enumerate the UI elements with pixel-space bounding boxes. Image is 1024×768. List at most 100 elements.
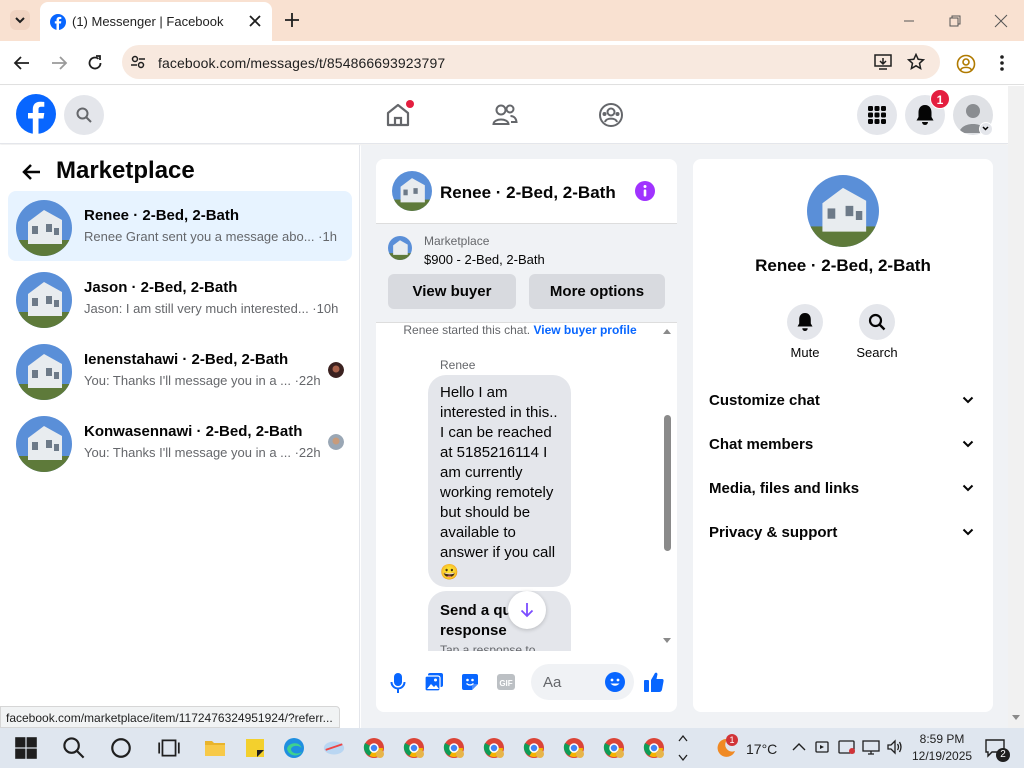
url-text: facebook.com/messages/t/854866693923797: [158, 55, 446, 71]
browser-tab[interactable]: (1) Messenger | Facebook: [40, 2, 272, 41]
arrow-down-icon: [520, 603, 534, 618]
restore-icon[interactable]: [948, 14, 962, 28]
gif-icon[interactable]: GIF: [496, 672, 516, 692]
chat-window: Renee · 2-Bed, 2-Bath Marketplace $900 -…: [376, 159, 677, 712]
sticker-icon[interactable]: [460, 672, 480, 692]
sticky-notes-icon[interactable]: [243, 736, 267, 760]
network-icon[interactable]: [862, 739, 880, 755]
show-hidden-icons-icon[interactable]: [792, 742, 806, 752]
conversation-name: Jason · 2-Bed, 2-Bath: [84, 279, 238, 296]
chat-members-section[interactable]: Chat members: [709, 436, 979, 453]
composer: GIF Aa: [376, 659, 677, 705]
app-icon[interactable]: [322, 736, 346, 760]
privacy-support-section[interactable]: Privacy & support: [709, 524, 979, 541]
taskbar-search-icon[interactable]: [62, 736, 86, 760]
back-arrow-icon[interactable]: [22, 163, 42, 181]
message-thread: Renee started this chat. View buyer prof…: [376, 323, 677, 651]
tab-title: (1) Messenger | Facebook: [72, 14, 224, 29]
browser-menu-icon[interactable]: [998, 54, 1006, 72]
install-app-icon[interactable]: [874, 53, 892, 71]
bell-icon: [797, 313, 813, 331]
groups-icon[interactable]: [598, 102, 624, 128]
task-view-icon[interactable]: [157, 736, 181, 760]
microphone-icon[interactable]: [390, 672, 406, 694]
chrome-profile-icon[interactable]: [482, 736, 506, 760]
menu-button[interactable]: [857, 95, 897, 135]
windows-start-icon[interactable]: [14, 736, 38, 760]
security-icon[interactable]: [838, 739, 856, 755]
status-url-tooltip: facebook.com/marketplace/item/1172476324…: [0, 706, 340, 728]
search-button[interactable]: [64, 95, 104, 135]
page-scrollbar[interactable]: [1008, 86, 1024, 728]
scrollbar-thumb[interactable]: [664, 415, 671, 551]
windows-taskbar: 1 17°C 8:59 PM 12/19/2025 2: [0, 728, 1024, 768]
friends-icon[interactable]: [492, 103, 518, 127]
chrome-profile-icon[interactable]: [642, 736, 666, 760]
file-explorer-icon[interactable]: [203, 736, 227, 760]
scroll-down-icon[interactable]: [1011, 714, 1021, 722]
scroll-down-icon[interactable]: [662, 637, 672, 645]
search-in-chat-button[interactable]: [859, 304, 895, 340]
scroll-to-bottom-button[interactable]: [508, 591, 546, 629]
chrome-profile-icon[interactable]: [402, 736, 426, 760]
forward-arrow-icon[interactable]: [50, 55, 68, 71]
chat-started-text: Renee started this chat.: [403, 323, 531, 337]
profile-icon[interactable]: [956, 54, 976, 74]
chat-info-avatar[interactable]: [807, 175, 879, 247]
customize-chat-section[interactable]: Customize chat: [709, 392, 979, 409]
chrome-profile-icon[interactable]: [442, 736, 466, 760]
view-buyer-button[interactable]: View buyer: [388, 274, 516, 309]
chat-title[interactable]: Renee · 2-Bed, 2-Bath: [440, 183, 616, 203]
tab-search-button[interactable]: [10, 10, 30, 30]
clock[interactable]: 8:59 PM 12/19/2025: [912, 731, 972, 765]
meet-now-icon[interactable]: [814, 739, 830, 755]
browser-tab-bar: (1) Messenger | Facebook: [0, 0, 1024, 41]
cortana-icon[interactable]: [109, 736, 133, 760]
view-buyer-profile-link[interactable]: View buyer profile: [533, 323, 636, 337]
listing-thumbnail: [16, 200, 72, 256]
chrome-profile-icon[interactable]: [562, 736, 586, 760]
chat-info-title: Renee · 2-Bed, 2-Bath: [755, 256, 931, 275]
listing-title[interactable]: $900 - 2-Bed, 2-Bath: [424, 252, 545, 267]
conversation-snippet: Renee Grant sent you a message abo... ·1…: [84, 229, 337, 244]
media-files-links-section[interactable]: Media, files and links: [709, 480, 979, 497]
account-menu-chevron[interactable]: [979, 122, 993, 136]
facebook-logo-icon[interactable]: [16, 94, 56, 134]
conversation-item[interactable]: Renee · 2-Bed, 2-Bath Renee Grant sent y…: [8, 191, 352, 261]
back-arrow-icon[interactable]: [13, 55, 31, 71]
reload-icon[interactable]: [86, 54, 104, 72]
chrome-profile-icon[interactable]: [602, 736, 626, 760]
message-input[interactable]: Aa: [531, 664, 634, 700]
chrome-profile-icon[interactable]: [362, 736, 386, 760]
weather-temp[interactable]: 17°C: [746, 741, 777, 757]
smile-emoji: 😀: [440, 564, 459, 581]
taskbar-overflow-icon[interactable]: [678, 732, 688, 764]
new-tab-icon[interactable]: [284, 12, 300, 28]
clock-date: 12/19/2025: [912, 749, 973, 763]
quick-response-card[interactable]: Send a qu response Tap a response to: [428, 591, 571, 651]
listing-thumbnail: [16, 344, 72, 400]
scroll-up-icon[interactable]: [662, 327, 672, 335]
bookmark-star-icon[interactable]: [907, 53, 925, 71]
message-bubble[interactable]: Hello I am interested in this.. I can be…: [428, 375, 571, 587]
chat-avatar[interactable]: [392, 171, 432, 211]
chrome-profile-icon[interactable]: [522, 736, 546, 760]
address-bar[interactable]: facebook.com/messages/t/854866693923797: [122, 45, 940, 79]
emoji-icon[interactable]: [605, 672, 625, 692]
volume-icon[interactable]: [886, 739, 904, 755]
edge-browser-icon[interactable]: [282, 736, 306, 760]
conversation-item[interactable]: Ienenstahawi · 2-Bed, 2-Bath You: Thanks…: [8, 335, 352, 405]
close-window-icon[interactable]: [994, 14, 1008, 28]
thumbs-up-icon[interactable]: [643, 671, 665, 693]
site-settings-icon[interactable]: [130, 54, 146, 70]
chat-info-panel: Renee · 2-Bed, 2-Bath Mute Search Custom…: [693, 159, 993, 712]
conversation-item[interactable]: Jason · 2-Bed, 2-Bath Jason: I am still …: [8, 263, 352, 333]
info-icon[interactable]: [635, 181, 655, 201]
tab-close-icon[interactable]: [248, 14, 262, 28]
more-options-button[interactable]: More options: [529, 274, 665, 309]
listing-thumbnail[interactable]: [388, 236, 412, 260]
mute-button[interactable]: [787, 304, 823, 340]
minimize-icon[interactable]: [902, 14, 916, 28]
conversation-item[interactable]: Konwasennawi · 2-Bed, 2-Bath You: Thanks…: [8, 407, 352, 477]
photo-icon[interactable]: [424, 672, 444, 692]
